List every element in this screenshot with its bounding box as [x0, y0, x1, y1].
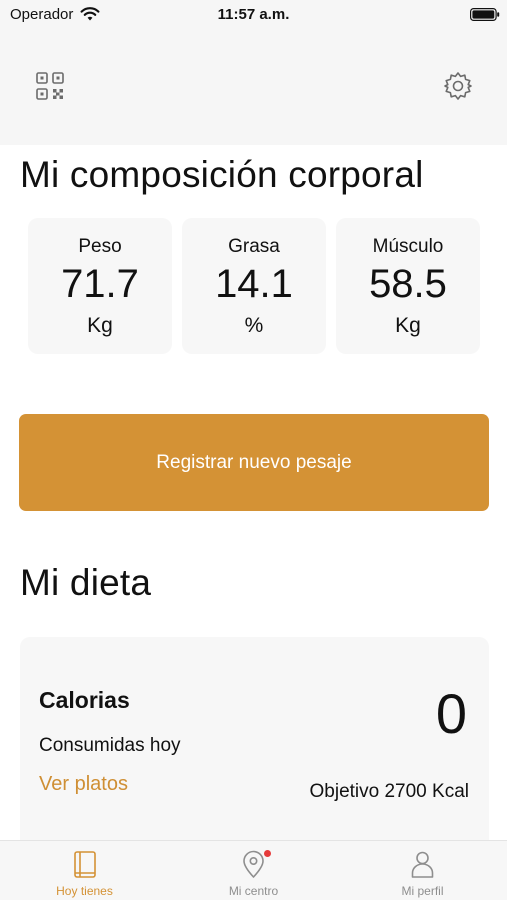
top-bar [0, 30, 507, 145]
person-icon [411, 851, 434, 878]
battery-icon [470, 8, 500, 21]
body-composition-title: Mi composición corporal [20, 154, 424, 195]
view-dishes-link[interactable]: Ver platos [39, 773, 128, 796]
notification-badge [264, 850, 271, 857]
tab-my-profile[interactable]: Mi perfil [338, 841, 507, 900]
calories-subtitle: Consumidas hoy [39, 735, 181, 756]
location-pin-icon [243, 850, 264, 878]
calories-goal: Objetivo 2700 Kcal [309, 781, 470, 802]
tab-today[interactable]: Hoy tienes [0, 841, 169, 900]
tab-label: Hoy tienes [56, 884, 113, 898]
status-bar: Operador 11:57 a.m. [0, 0, 507, 30]
metric-card-fat: Grasa 14.1 % [182, 218, 326, 354]
metric-label: Músculo [372, 236, 444, 257]
register-weighing-button[interactable]: Registrar nuevo pesaje [19, 414, 489, 511]
metric-card-weight: Peso 71.7 Kg [28, 218, 172, 354]
calories-title: Calorias [39, 687, 130, 713]
metric-card-muscle: Músculo 58.5 Kg [336, 218, 480, 354]
settings-button[interactable] [442, 70, 474, 102]
metric-unit: % [244, 314, 264, 337]
clock-label: 11:57 a.m. [217, 6, 290, 23]
metric-unit: Kg [87, 314, 113, 337]
tab-my-center[interactable]: Mi centro [169, 841, 338, 900]
diet-title: Mi dieta [20, 562, 152, 603]
book-icon [74, 851, 96, 878]
tab-label: Mi centro [228, 884, 279, 898]
metric-label: Peso [78, 236, 122, 257]
metric-value: 58.5 [369, 262, 447, 306]
metric-label: Grasa [228, 236, 280, 257]
qr-code-icon [36, 72, 64, 100]
metric-value: 71.7 [61, 262, 139, 306]
qr-code-button[interactable] [34, 70, 66, 102]
gear-icon [444, 72, 472, 100]
tab-label: Mi perfil [401, 884, 444, 898]
tab-bar: Hoy tienes Mi centro Mi perfil [0, 840, 507, 900]
metric-unit: Kg [395, 314, 421, 337]
calories-value: 0 [435, 682, 467, 745]
metric-value: 14.1 [215, 262, 293, 306]
